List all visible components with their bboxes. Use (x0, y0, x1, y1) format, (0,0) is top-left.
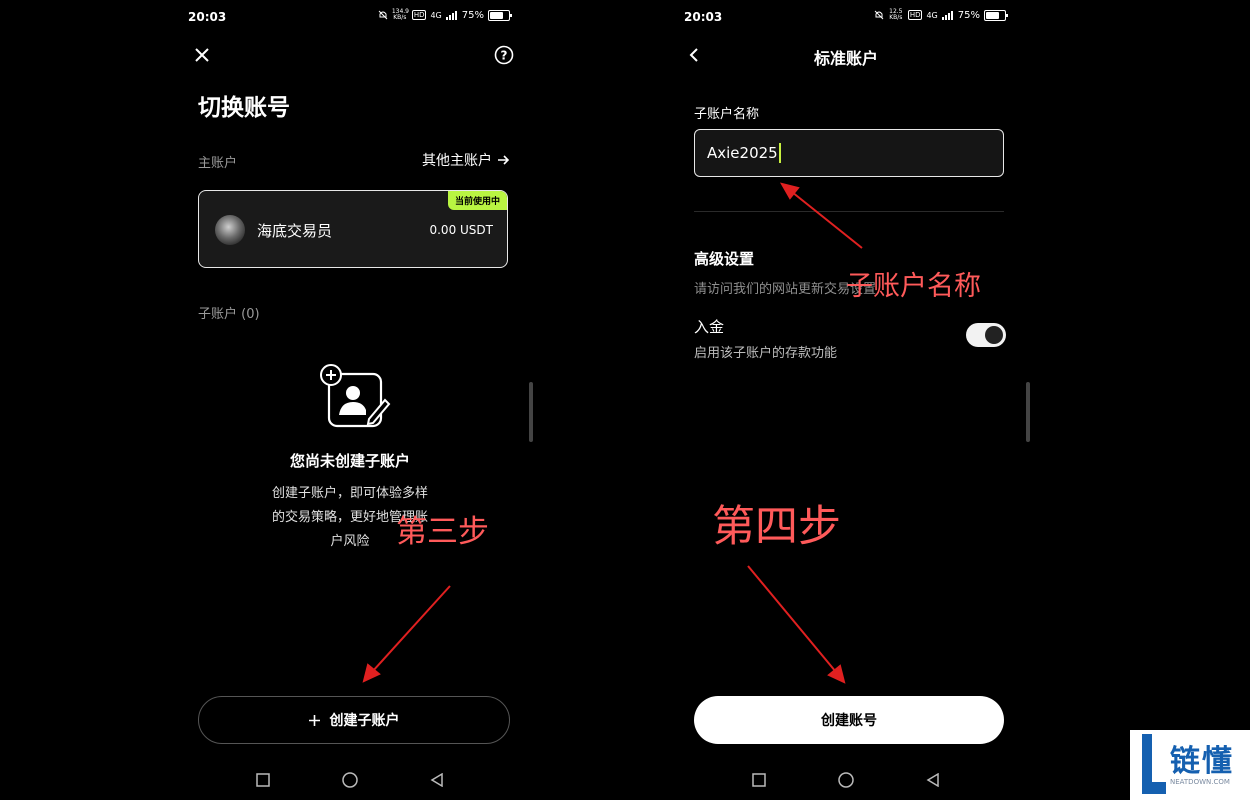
arrow-right-icon (498, 155, 510, 165)
net-speed: 12.5 KB/s (889, 8, 903, 21)
hd-badge: HD (907, 10, 923, 20)
net-type: 4G (926, 10, 938, 20)
help-icon[interactable]: ? (494, 45, 514, 65)
text-cursor (778, 143, 781, 163)
battery-percent: 75% (461, 9, 484, 21)
back-button[interactable] (422, 765, 452, 795)
create-sub-account-label: 创建子账户 (329, 713, 400, 729)
square-icon (752, 773, 767, 787)
create-account-button[interactable]: 创建账号 (694, 696, 1004, 744)
system-nav-bar (180, 765, 520, 795)
battery-percent: 75% (957, 9, 980, 21)
svg-text:?: ? (501, 49, 508, 63)
left-screen: 20:03 134.9 KB/s HD 4G 75% ? 切换账号 主账户 其他… (180, 0, 520, 800)
toggle-knob (985, 326, 1003, 344)
annotation-step-four: 第四步 (712, 502, 841, 552)
create-account-label: 创建账号 (821, 713, 877, 729)
other-main-accounts-label: 其他主账户 (422, 153, 492, 169)
signal-icon (941, 10, 953, 20)
triangle-back-icon (430, 773, 443, 787)
avatar (215, 215, 245, 245)
circle-icon (342, 772, 358, 788)
annotation-step-three: 第三步 (396, 514, 489, 550)
deposit-title: 入金 (694, 318, 725, 336)
deposit-toggle[interactable] (966, 323, 1006, 347)
recents-button[interactable] (248, 765, 278, 795)
home-button[interactable] (831, 765, 861, 795)
close-icon[interactable] (194, 47, 210, 63)
empty-desc-line1: 创建子账户，即可体验多样 (271, 486, 428, 501)
status-time: 20:03 (684, 10, 723, 24)
net-type: 4G (430, 10, 442, 20)
empty-title: 您尚未创建子账户 (289, 452, 410, 470)
main-account-label: 主账户 (198, 156, 238, 171)
watermark-text: 链懂 (1170, 744, 1234, 779)
sub-accounts-label: 子账户 (0) (198, 307, 260, 322)
annotation-sub-account-name: 子账户名称 (846, 271, 981, 302)
square-icon (256, 773, 271, 787)
status-bar-icons: 134.9 KB/s HD 4G 75% (378, 8, 512, 21)
recents-button[interactable] (744, 765, 774, 795)
main-account-card[interactable]: 当前使用中 海底交易员 0.00 USDT (198, 190, 508, 268)
deposit-desc: 启用该子账户的存款功能 (694, 346, 838, 361)
back-button[interactable] (918, 765, 948, 795)
right-screen: 20:03 12.5 KB/s HD 4G 75% 标准账户 子账户名称 Axi… (676, 0, 1016, 800)
page-title: 切换账号 (198, 95, 290, 121)
create-sub-account-button[interactable]: 创建子账户 (198, 696, 510, 744)
hd-badge: HD (411, 10, 427, 20)
mute-icon (874, 10, 884, 20)
plus-icon (308, 714, 320, 726)
watermark-sub: NEATDOWN.COM (1170, 778, 1230, 786)
account-balance: 0.00 USDT (429, 223, 493, 237)
account-name: 海底交易员 (257, 222, 333, 240)
net-speed: 134.9 KB/s (391, 8, 409, 21)
status-bar-icons: 12.5 KB/s HD 4G 75% (874, 8, 1008, 21)
home-button[interactable] (335, 765, 365, 795)
sub-account-name-value: Axie2025 (707, 144, 778, 162)
status-time: 20:03 (188, 10, 227, 24)
logo-mark-icon (1142, 734, 1166, 794)
battery-icon (488, 9, 512, 21)
add-user-icon (320, 364, 391, 428)
signal-icon (445, 10, 457, 20)
advanced-settings-title: 高级设置 (694, 250, 755, 268)
scroll-handle (1026, 382, 1030, 442)
other-main-accounts-link[interactable]: 其他主账户 (422, 150, 510, 170)
mute-icon (378, 10, 388, 20)
battery-icon (984, 9, 1008, 21)
watermark-logo: 链懂 NEATDOWN.COM (1130, 730, 1250, 800)
scroll-handle (529, 382, 533, 442)
page-title: 标准账户 (813, 49, 878, 68)
current-badge: 当前使用中 (447, 191, 507, 210)
system-nav-bar (676, 765, 1016, 795)
sub-account-name-input[interactable]: Axie2025 (694, 129, 1004, 177)
triangle-back-icon (926, 773, 939, 787)
circle-icon (838, 772, 854, 788)
divider (694, 211, 1004, 212)
sub-account-name-label: 子账户名称 (694, 107, 760, 122)
